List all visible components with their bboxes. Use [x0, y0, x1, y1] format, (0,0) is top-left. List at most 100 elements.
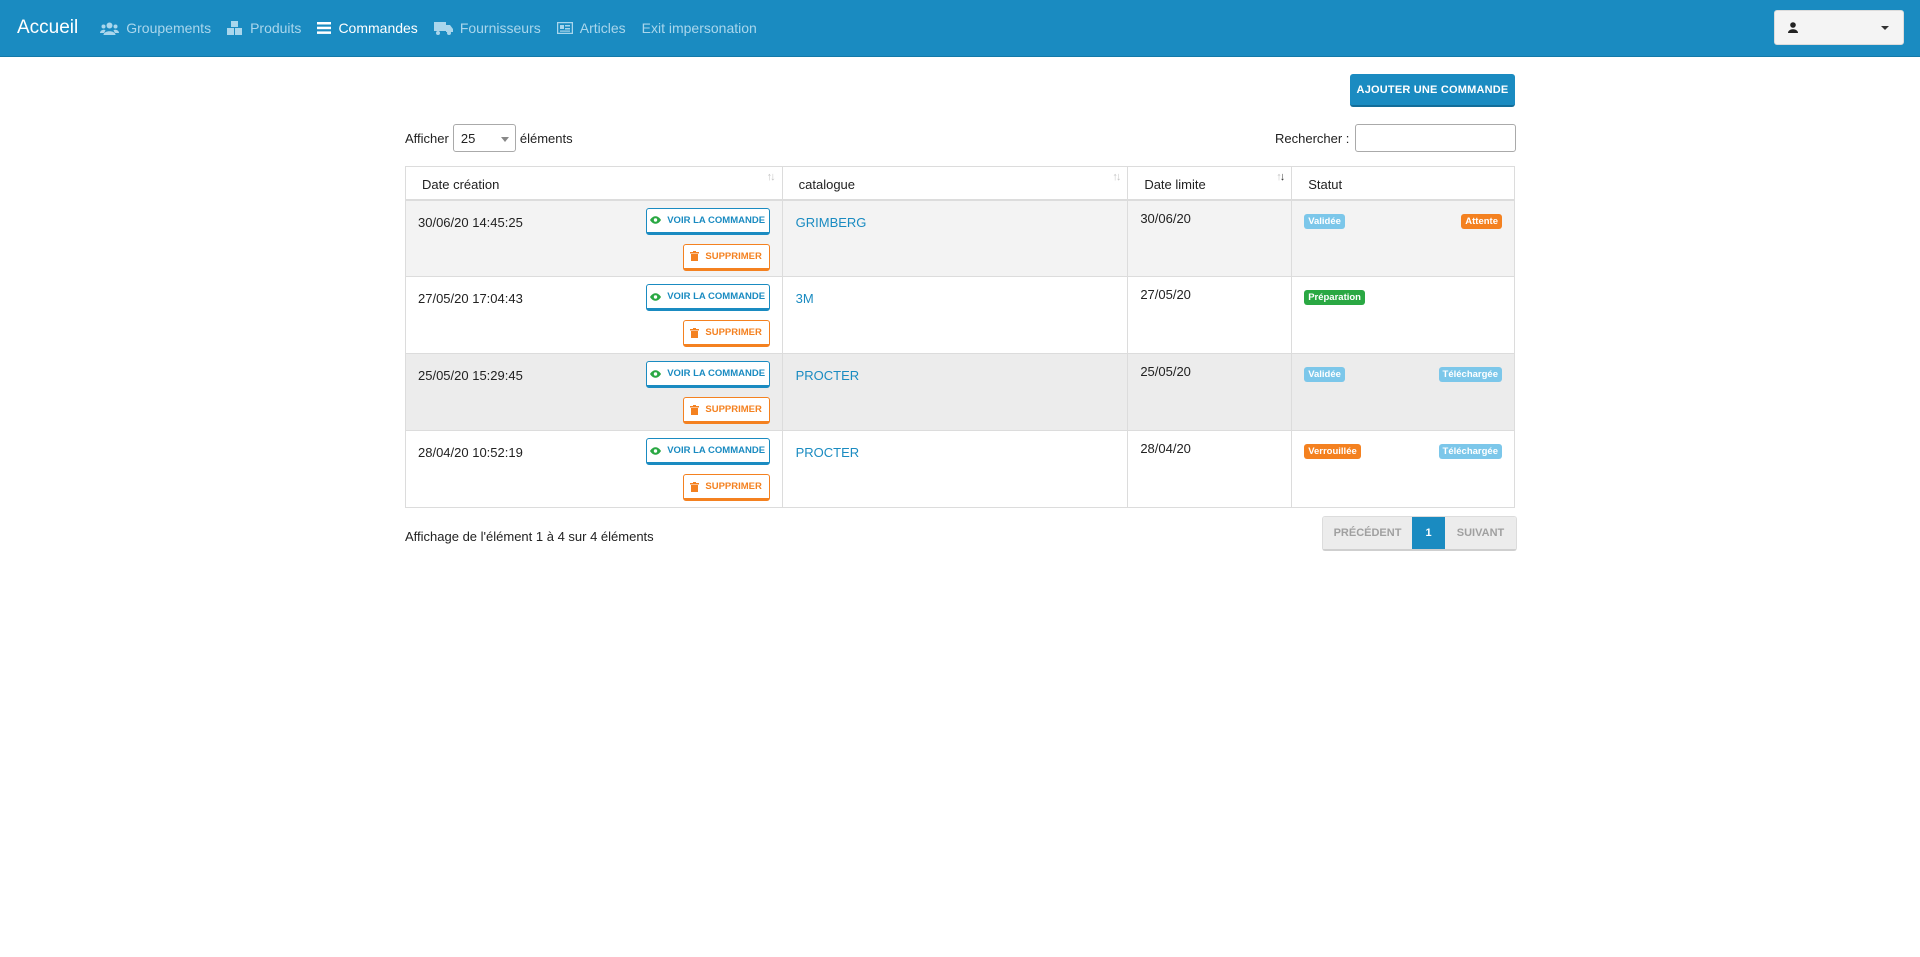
nav-label: Articles: [579, 20, 626, 36]
user-icon: [1788, 22, 1798, 33]
header-label: catalogue: [798, 176, 856, 192]
table-header-row: Date création ↑↓ catalogue ↑↓ Date limite ↑…: [405, 166, 1515, 201]
header-catalogue[interactable]: catalogue ↑↓: [782, 166, 1129, 201]
nav-label: Groupements: [126, 20, 212, 36]
cubes-icon: [227, 21, 243, 35]
main-nav: Groupements Produits Commandes Fournisse…: [100, 0, 773, 56]
view-order-button[interactable]: VOIR LA COMMANDE: [645, 207, 770, 235]
status-badge: Téléchargée: [1438, 367, 1502, 382]
cell-statut: Préparation: [1291, 276, 1515, 354]
catalogue-link[interactable]: 3M: [796, 291, 814, 306]
created-date: 27/05/20 17:04:43: [418, 291, 523, 306]
eye-icon: [650, 446, 662, 455]
top-navbar: Accueil Groupements Produits Commandes F…: [0, 0, 1920, 57]
user-menu-button[interactable]: [1774, 10, 1904, 45]
status-badge: Validée: [1304, 213, 1345, 229]
nav-item-exit-impersonation[interactable]: Exit impersonation: [642, 0, 757, 56]
status-badge: Validée: [1304, 367, 1345, 382]
orders-table: Date création ↑↓ catalogue ↑↓ Date limite ↑…: [405, 166, 1515, 508]
catalogue-link[interactable]: GRIMBERG: [796, 215, 867, 230]
delete-order-button[interactable]: SUPPRIMER: [682, 243, 770, 271]
delete-order-button[interactable]: SUPPRIMER: [682, 320, 770, 347]
view-order-button[interactable]: VOIR LA COMMANDE: [645, 361, 770, 388]
view-order-button[interactable]: VOIR LA COMMANDE: [645, 438, 770, 465]
status-badge: Téléchargée: [1438, 444, 1502, 459]
truck-icon: [433, 21, 453, 35]
created-date: 30/06/20 14:45:25: [418, 214, 523, 230]
page-length-value: 25: [460, 130, 476, 146]
trash-icon: [690, 481, 700, 492]
limit-date: 28/04/20: [1140, 441, 1191, 456]
nav-label: Fournisseurs: [459, 20, 541, 36]
nav-label: Exit impersonation: [641, 20, 757, 36]
delete-order-button[interactable]: SUPPRIMER: [682, 397, 770, 424]
table-row: 28/04/20 10:52:19 VOIR LA COMMANDE SUPPR…: [405, 430, 1515, 508]
sort-icon: ↑↓: [1112, 171, 1121, 183]
users-icon: [100, 22, 120, 35]
newspaper-icon: [556, 22, 573, 34]
list-icon: [317, 22, 332, 34]
select-arrow-icon: [500, 137, 509, 142]
search-input[interactable]: [1355, 124, 1517, 152]
nav-item-fournisseurs[interactable]: Fournisseurs: [433, 0, 541, 56]
nav-item-commandes[interactable]: Commandes: [317, 0, 418, 56]
page-1-button[interactable]: 1: [1412, 517, 1445, 549]
header-statut: Statut: [1291, 166, 1515, 201]
header-label: Date création: [422, 176, 500, 192]
nav-item-articles[interactable]: Articles: [556, 0, 626, 56]
delete-order-label: SUPPRIMER: [705, 327, 762, 338]
search-label: Rechercher :: [1275, 130, 1350, 146]
cell-date-limite: 25/05/20: [1127, 353, 1293, 431]
delete-order-label: SUPPRIMER: [705, 250, 762, 262]
cell-date-creation: 27/05/20 17:04:43 VOIR LA COMMANDE SUPPR…: [405, 276, 783, 354]
cell-statut: Validée Attente: [1291, 199, 1515, 277]
length-prefix: Afficher: [405, 130, 449, 146]
delete-order-button[interactable]: SUPPRIMER: [682, 474, 770, 501]
eye-icon: [650, 216, 662, 224]
status-badge: Attente: [1461, 213, 1502, 229]
eye-icon: [650, 369, 662, 378]
table-row: 27/05/20 17:04:43 VOIR LA COMMANDE SUPPR…: [405, 276, 1515, 354]
nav-item-produits[interactable]: Produits: [227, 0, 301, 56]
nav-label: Commandes: [338, 20, 418, 36]
table-info: Affichage de l'élément 1 à 4 sur 4 éléme…: [405, 529, 654, 544]
brand-link[interactable]: Accueil: [17, 17, 78, 39]
trash-icon: [690, 251, 700, 261]
table-row: 30/06/20 14:45:25 VOIR LA COMMANDE SUPPR…: [405, 199, 1515, 277]
pagination: PRÉCÉDENT 1 SUIVANT: [1322, 516, 1517, 551]
table-row: 25/05/20 15:29:45 VOIR LA COMMANDE SUPPR…: [405, 353, 1515, 431]
cell-statut: Validée Téléchargée: [1291, 353, 1515, 431]
header-date-creation[interactable]: Date création ↑↓: [405, 166, 783, 201]
catalogue-link[interactable]: PROCTER: [796, 368, 860, 383]
cell-catalogue: PROCTER: [782, 353, 1129, 431]
nav-label: Produits: [250, 20, 302, 36]
trash-icon: [690, 404, 700, 415]
nav-item-groupements[interactable]: Groupements: [100, 0, 211, 56]
catalogue-link[interactable]: PROCTER: [796, 445, 860, 460]
cell-catalogue: 3M: [782, 276, 1129, 354]
header-label: Date limite: [1144, 176, 1206, 192]
trash-icon: [690, 327, 700, 338]
chevron-down-icon: [1881, 25, 1889, 30]
status-badge: Verrouillée: [1304, 444, 1361, 459]
header-date-limite[interactable]: Date limite ↑↓: [1127, 166, 1293, 201]
limit-date: 30/06/20: [1140, 210, 1191, 226]
view-order-label: VOIR LA COMMANDE: [667, 445, 766, 456]
page-length-select[interactable]: 25: [452, 124, 516, 152]
cell-catalogue: PROCTER: [782, 430, 1129, 508]
delete-order-label: SUPPRIMER: [705, 404, 762, 415]
status-badge: Préparation: [1304, 290, 1365, 305]
view-order-label: VOIR LA COMMANDE: [667, 291, 766, 302]
eye-icon: [650, 292, 662, 301]
view-order-button[interactable]: VOIR LA COMMANDE: [645, 284, 770, 311]
next-page-button[interactable]: SUIVANT: [1445, 517, 1516, 549]
cell-statut: Verrouillée Téléchargée: [1291, 430, 1515, 508]
cell-catalogue: GRIMBERG: [782, 199, 1129, 277]
length-suffix: éléments: [519, 130, 573, 146]
view-order-label: VOIR LA COMMANDE: [667, 214, 766, 226]
add-order-button[interactable]: AJOUTER UNE COMMANDE: [1350, 74, 1515, 107]
cell-date-creation: 25/05/20 15:29:45 VOIR LA COMMANDE SUPPR…: [405, 353, 783, 431]
previous-page-button[interactable]: PRÉCÉDENT: [1323, 517, 1412, 549]
delete-order-label: SUPPRIMER: [705, 481, 762, 492]
cell-date-limite: 28/04/20: [1127, 430, 1293, 508]
